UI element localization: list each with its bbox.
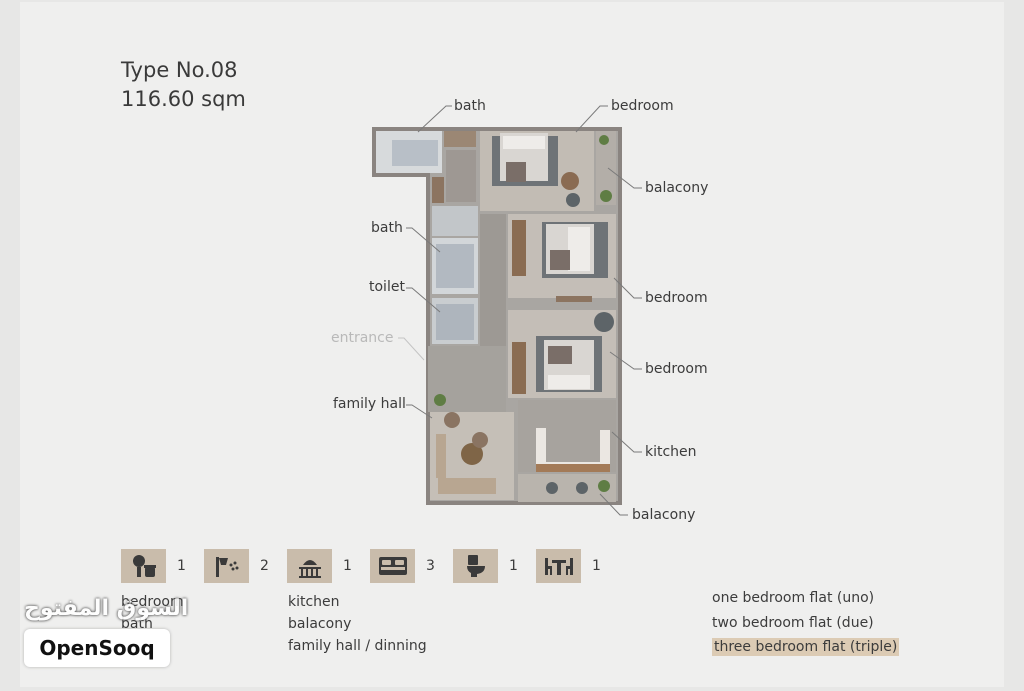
flat-type-one: one bedroom flat (uno)	[712, 590, 875, 606]
dining-table-icon	[536, 549, 581, 583]
stat-toilet-count: 1	[509, 558, 518, 574]
label-balcony-bottom: balacony	[632, 507, 696, 523]
label-bedroom-top: bedroom	[611, 98, 674, 114]
stat-bedroom: 3	[370, 549, 435, 583]
kitchen-icon	[121, 549, 166, 583]
legend-middle: kitchen balacony family hall / dinning	[288, 591, 427, 657]
label-entrance: entrance	[331, 330, 394, 346]
stat-kitchen: 1	[121, 549, 186, 583]
legend-balcony: balacony	[288, 616, 352, 632]
opensooq-logo: OpenSooq	[24, 629, 170, 667]
balcony-icon	[287, 549, 332, 583]
kitchen-room	[518, 400, 616, 472]
label-bath-top: bath	[454, 98, 486, 114]
stat-balcony: 1	[287, 549, 352, 583]
label-bedroom-lower: bedroom	[645, 361, 708, 377]
toilet-icon	[453, 549, 498, 583]
flat-types-list: one bedroom flat (uno) two bedroom flat …	[712, 586, 900, 660]
flat-type-two: two bedroom flat (due)	[712, 614, 874, 631]
stat-dining-count: 1	[592, 558, 601, 574]
stat-bedroom-count: 3	[426, 558, 435, 574]
label-kitchen: kitchen	[645, 444, 697, 460]
flat-type-three-highlighted: three bedroom flat (triple)	[712, 638, 900, 656]
shower-icon	[204, 549, 249, 583]
legend-family-hall: family hall / dinning	[288, 638, 427, 654]
label-bath-middle: bath	[371, 220, 403, 236]
stat-kitchen-count: 1	[177, 558, 186, 574]
legend-kitchen: kitchen	[288, 594, 340, 610]
label-bedroom-middle: bedroom	[645, 290, 708, 306]
label-toilet: toilet	[369, 279, 405, 295]
label-family-hall: family hall	[333, 396, 406, 412]
bedroom-middle	[508, 214, 616, 302]
label-balcony-top: balacony	[645, 180, 709, 196]
bedroom-lower	[508, 310, 616, 398]
bed-icon	[370, 549, 415, 583]
balcony-bottom-room	[518, 474, 616, 502]
stat-toilet: 1	[453, 549, 518, 583]
stat-bath: 2	[204, 549, 269, 583]
stat-bath-count: 2	[260, 558, 269, 574]
bath-room-middle	[432, 206, 478, 344]
stat-dining: 1	[536, 549, 601, 583]
stat-balcony-count: 1	[343, 558, 352, 574]
watermark-arabic: السوق المفتوح	[24, 596, 189, 621]
